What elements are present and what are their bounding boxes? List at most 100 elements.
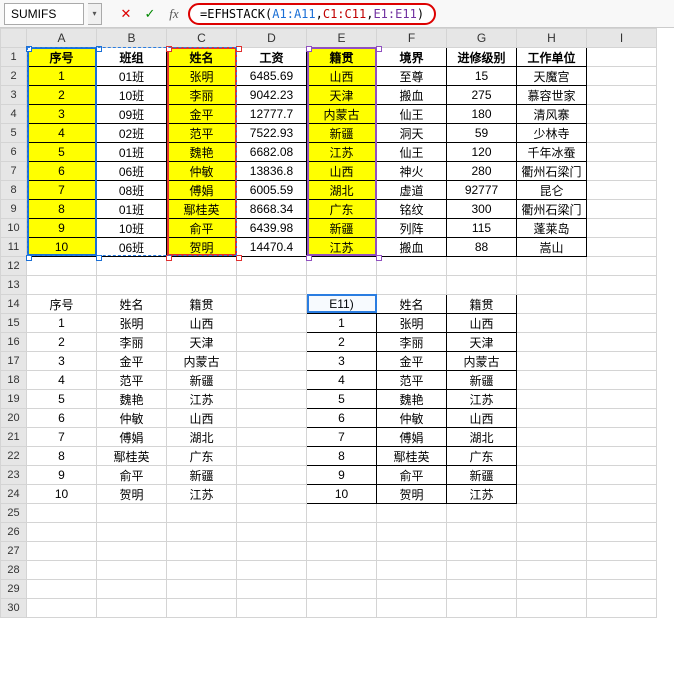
cell-G14[interactable]: 籍贯 [447,295,517,314]
spreadsheet-grid[interactable]: ABCDEFGHI1序号班组姓名工资籍贯境界进修级别工作单位2101班张明648… [0,28,674,676]
cell-B21[interactable]: 傅娟 [97,428,167,447]
row-header-15[interactable]: 15 [1,314,27,333]
cell-G30[interactable] [447,599,517,618]
cell-B24[interactable]: 贺明 [97,485,167,504]
cell-I29[interactable] [587,580,657,599]
cell-I26[interactable] [587,523,657,542]
cell-G27[interactable] [447,542,517,561]
cell-B19[interactable]: 魏艳 [97,390,167,409]
cell-G20[interactable]: 山西 [447,409,517,428]
row-header-1[interactable]: 1 [1,48,27,67]
cell-G21[interactable]: 湖北 [447,428,517,447]
cell-I11[interactable] [587,238,657,257]
cell-H4[interactable]: 清风寨 [517,105,587,124]
cell-C20[interactable]: 山西 [167,409,237,428]
cell-G16[interactable]: 天津 [447,333,517,352]
cell-C8[interactable]: 傅娟 [167,181,237,200]
cell-C23[interactable]: 新疆 [167,466,237,485]
cell-F8[interactable]: 虚道 [377,181,447,200]
name-box-dropdown[interactable]: ▾ [88,3,102,25]
cell-E2[interactable]: 山西 [307,67,377,86]
cell-C27[interactable] [167,542,237,561]
cell-F19[interactable]: 魏艳 [377,390,447,409]
row-header-19[interactable]: 19 [1,390,27,409]
cell-H21[interactable] [517,428,587,447]
cell-C24[interactable]: 江苏 [167,485,237,504]
cell-H22[interactable] [517,447,587,466]
cell-A16[interactable]: 2 [27,333,97,352]
cell-D9[interactable]: 8668.34 [237,200,307,219]
cell-H12[interactable] [517,257,587,276]
cell-E21[interactable]: 7 [307,428,377,447]
cell-B2[interactable]: 01班 [97,67,167,86]
cell-C30[interactable] [167,599,237,618]
cell-H13[interactable] [517,276,587,295]
cell-D18[interactable] [237,371,307,390]
cell-G15[interactable]: 山西 [447,314,517,333]
cell-D5[interactable]: 7522.93 [237,124,307,143]
cell-H24[interactable] [517,485,587,504]
cell-A30[interactable] [27,599,97,618]
cell-D8[interactable]: 6005.59 [237,181,307,200]
row-header-22[interactable]: 22 [1,447,27,466]
col-header-E[interactable]: E [307,29,377,48]
cell-I24[interactable] [587,485,657,504]
cell-A19[interactable]: 5 [27,390,97,409]
cell-B12[interactable] [97,257,167,276]
cell-A17[interactable]: 3 [27,352,97,371]
cell-A26[interactable] [27,523,97,542]
row-header-8[interactable]: 8 [1,181,27,200]
col-header-C[interactable]: C [167,29,237,48]
cell-E12[interactable] [307,257,377,276]
cell-F16[interactable]: 李丽 [377,333,447,352]
cell-D12[interactable] [237,257,307,276]
cell-D7[interactable]: 13836.8 [237,162,307,181]
cell-E28[interactable] [307,561,377,580]
cell-H26[interactable] [517,523,587,542]
cell-C7[interactable]: 仲敏 [167,162,237,181]
cell-G9[interactable]: 300 [447,200,517,219]
cell-D28[interactable] [237,561,307,580]
cell-H17[interactable] [517,352,587,371]
cell-H3[interactable]: 慕容世家 [517,86,587,105]
cell-D20[interactable] [237,409,307,428]
cell-I9[interactable] [587,200,657,219]
cell-C6[interactable]: 魏艳 [167,143,237,162]
cell-C5[interactable]: 范平 [167,124,237,143]
cell-I19[interactable] [587,390,657,409]
cell-B1[interactable]: 班组 [97,48,167,67]
cell-A29[interactable] [27,580,97,599]
cell-G19[interactable]: 江苏 [447,390,517,409]
cell-E17[interactable]: 3 [307,352,377,371]
cell-I22[interactable] [587,447,657,466]
cell-D3[interactable]: 9042.23 [237,86,307,105]
cell-A4[interactable]: 3 [27,105,97,124]
cell-H19[interactable] [517,390,587,409]
row-header-12[interactable]: 12 [1,257,27,276]
cancel-button[interactable]: ✕ [116,4,136,24]
row-header-27[interactable]: 27 [1,542,27,561]
cell-F26[interactable] [377,523,447,542]
cell-H29[interactable] [517,580,587,599]
cell-F1[interactable]: 境界 [377,48,447,67]
cell-F25[interactable] [377,504,447,523]
cell-E23[interactable]: 9 [307,466,377,485]
cell-G11[interactable]: 88 [447,238,517,257]
cell-F12[interactable] [377,257,447,276]
cell-H15[interactable] [517,314,587,333]
row-header-11[interactable]: 11 [1,238,27,257]
cell-D1[interactable]: 工资 [237,48,307,67]
cell-E15[interactable]: 1 [307,314,377,333]
cell-B17[interactable]: 金平 [97,352,167,371]
cell-D25[interactable] [237,504,307,523]
cell-I14[interactable] [587,295,657,314]
accept-button[interactable]: ✓ [140,4,160,24]
cell-C4[interactable]: 金平 [167,105,237,124]
cell-A28[interactable] [27,561,97,580]
cell-A23[interactable]: 9 [27,466,97,485]
cell-H16[interactable] [517,333,587,352]
cell-A18[interactable]: 4 [27,371,97,390]
cell-E27[interactable] [307,542,377,561]
cell-H5[interactable]: 少林寺 [517,124,587,143]
cell-G1[interactable]: 进修级别 [447,48,517,67]
